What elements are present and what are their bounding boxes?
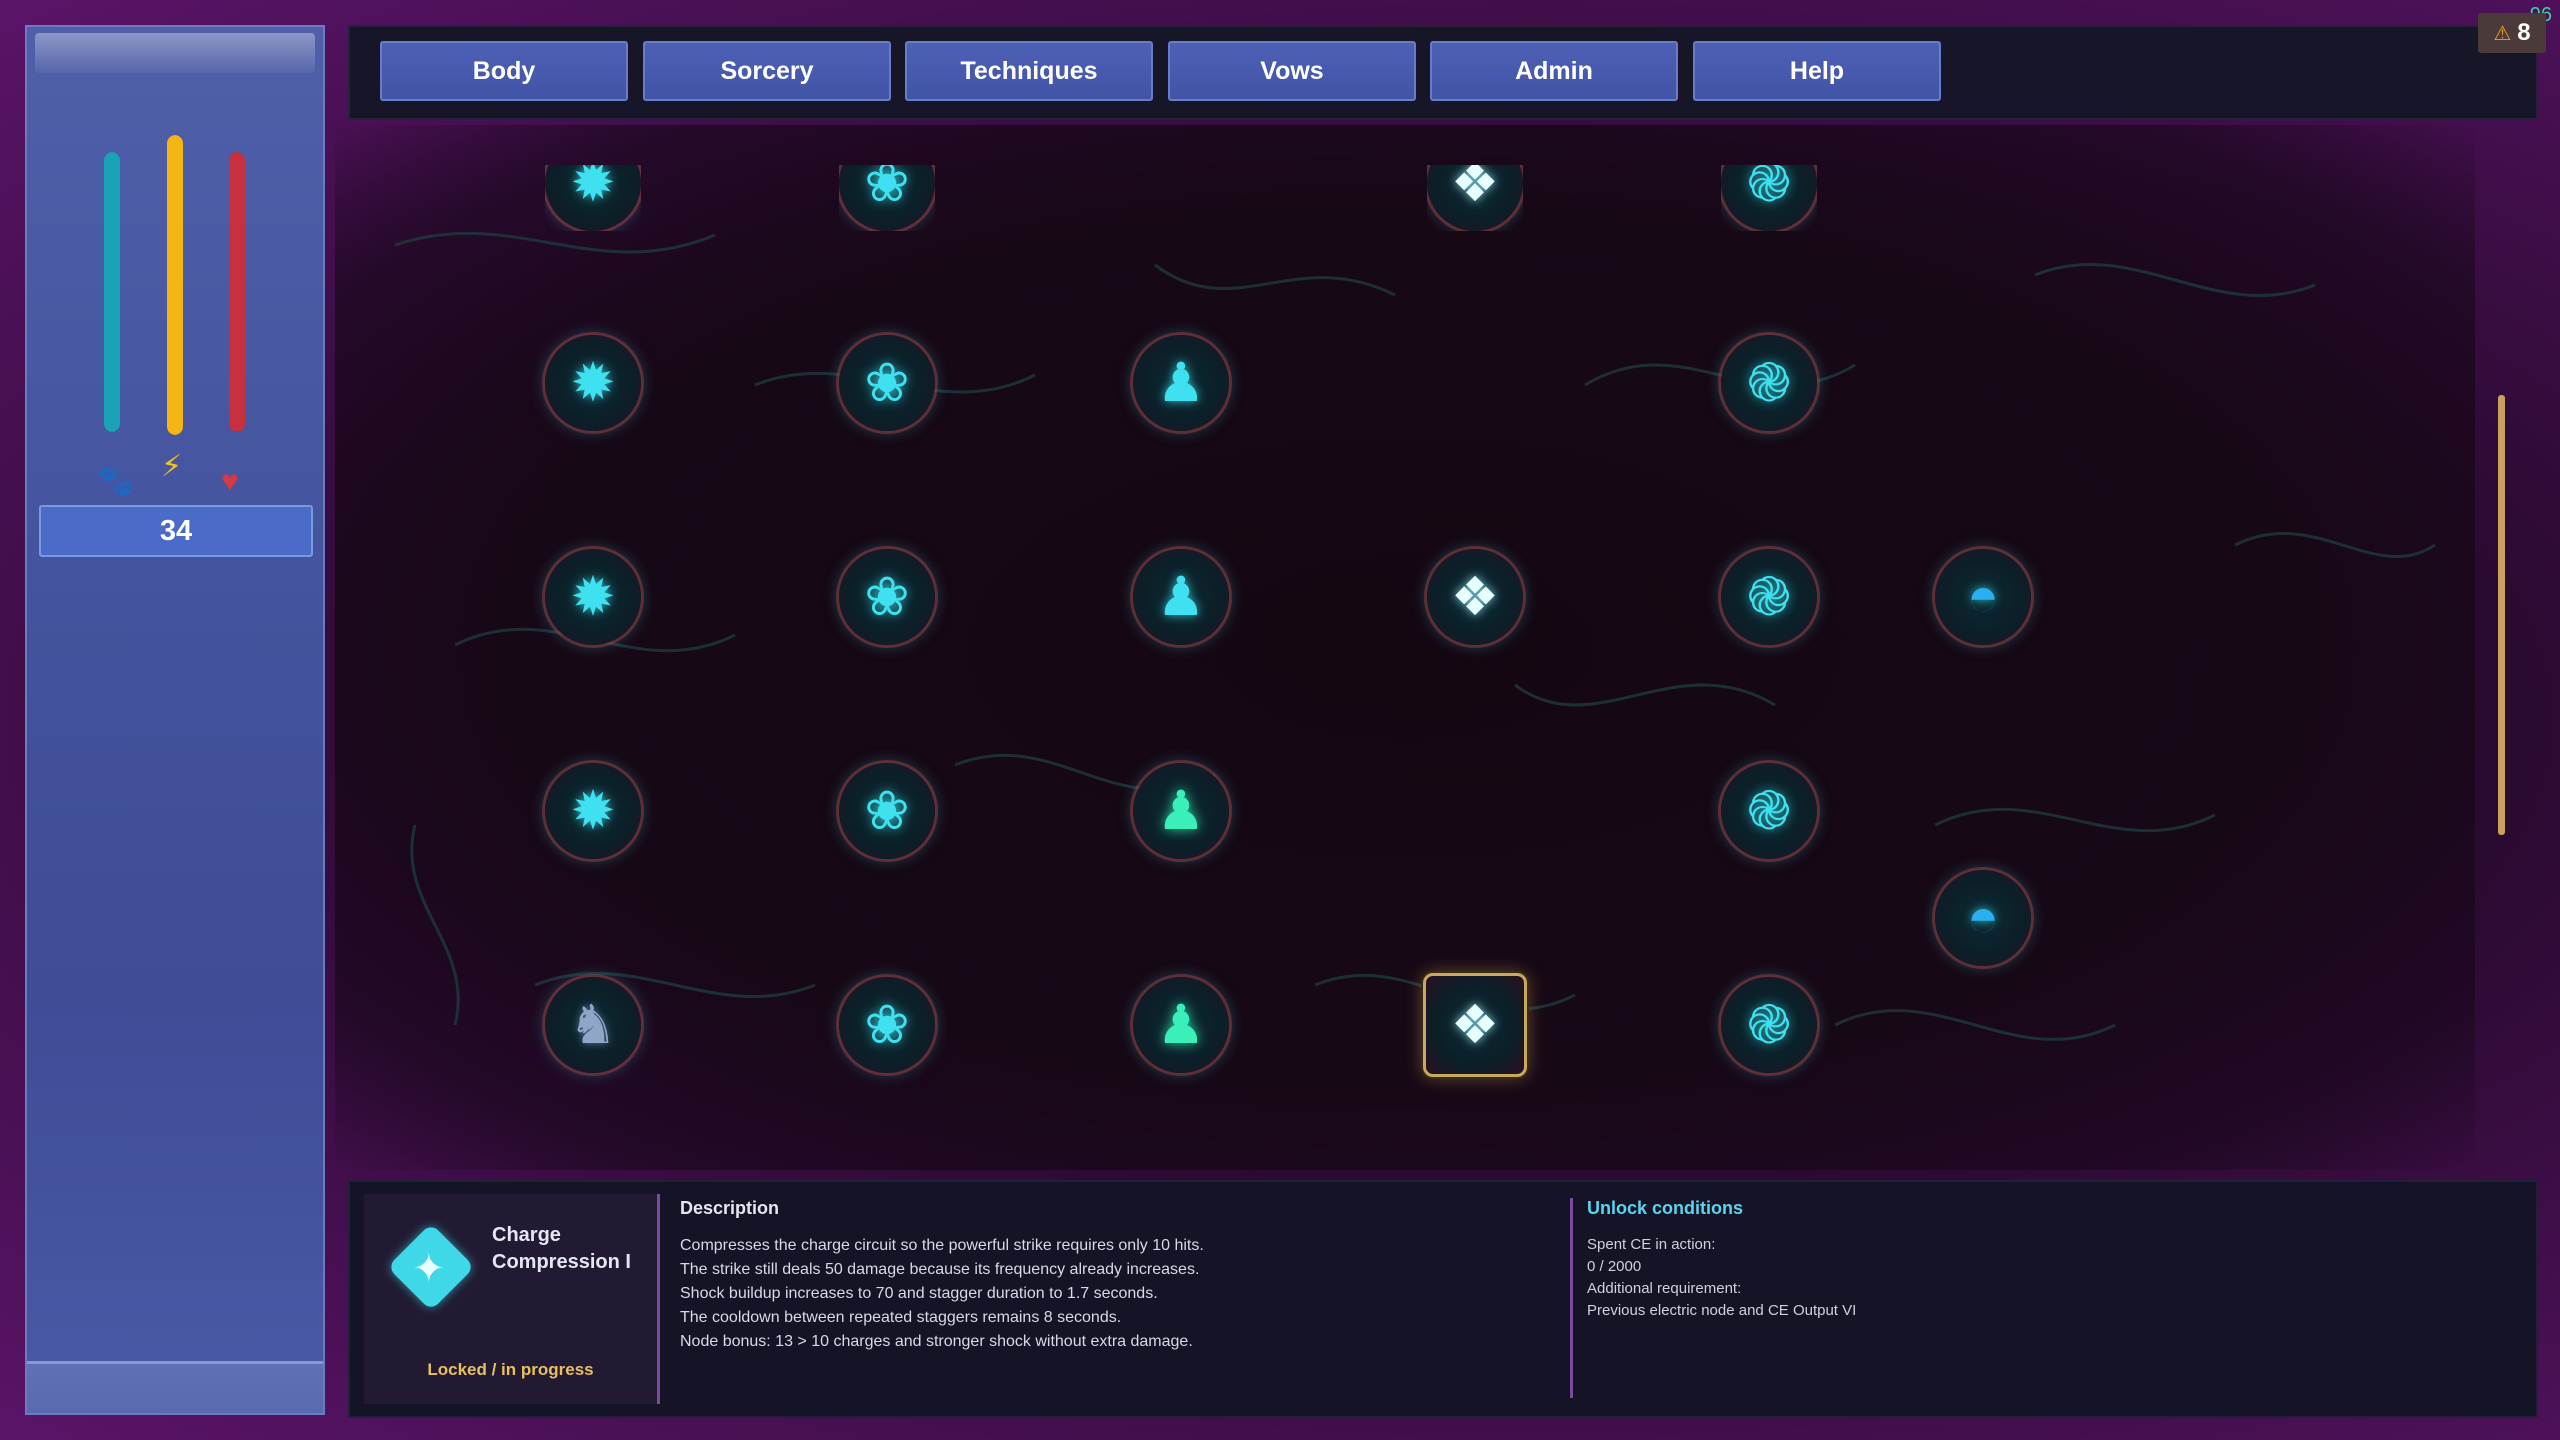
charge-diamond-icon: ❖ [1450, 995, 1500, 1055]
cursed-energy-fill [104, 152, 120, 432]
node-info-panel: ✦ Charge Compression I Locked / in progr… [348, 1180, 2538, 1418]
skill-node[interactable]: ❀ [839, 763, 935, 859]
skill-node[interactable]: ֎ [1721, 549, 1817, 645]
warning-icon: ⚠ [2493, 22, 2512, 45]
panel-header-strip [35, 33, 315, 73]
description-line: Compresses the charge circuit so the pow… [680, 1237, 1204, 1254]
skill-node[interactable]: ❖ [1423, 973, 1527, 1077]
skill-node[interactable]: ♟ [1133, 763, 1229, 859]
fire-blob-icon: ❀ [864, 995, 910, 1055]
skill-node[interactable]: ◓ [1935, 549, 2031, 645]
description-heading: Description [680, 1198, 780, 1218]
tab-vows[interactable]: Vows [1168, 41, 1416, 101]
skill-node[interactable]: ♟ [1133, 335, 1229, 431]
fire-blob-icon: ❀ [864, 781, 910, 841]
unlock-line: Previous electric node and CE Output VI [1587, 1302, 1857, 1319]
tab-admin[interactable]: Admin [1430, 41, 1678, 101]
body-bust-icon: ♟ [1156, 353, 1206, 413]
skill-node[interactable]: ✹ [545, 335, 641, 431]
alert-badge[interactable]: ⚠ 8 [2478, 13, 2546, 53]
tab-help[interactable]: Help [1693, 41, 1941, 101]
paw-icon: 🐾 [97, 465, 135, 498]
unlock-progress: 0 / 2000 [1587, 1258, 1642, 1275]
spiral-icon: ֎ [1746, 567, 1792, 627]
node-status: Locked / in progress [427, 1360, 594, 1379]
heart-icon: ♥ [221, 465, 239, 498]
health-bar [229, 152, 245, 432]
selected-node-card: ✦ Charge Compression I Locked / in progr… [364, 1194, 660, 1404]
skill-node[interactable]: ֎ [1721, 763, 1817, 859]
unlock-line: Spent CE in action: [1587, 1236, 1716, 1253]
level-display: 34 [39, 505, 313, 557]
body-bust-icon: ♟ [1156, 995, 1206, 1055]
skill-node[interactable]: ♟ [1133, 977, 1229, 1073]
main-tab-bar: Body Sorcery Techniques Vows Admin Help [348, 25, 2538, 120]
tab-body[interactable]: Body [380, 41, 628, 101]
tree-scrollbar[interactable] [2498, 395, 2505, 835]
skill-node[interactable]: ✹ [545, 549, 641, 645]
tab-sorcery[interactable]: Sorcery [643, 41, 891, 101]
tab-techniques[interactable]: Techniques [905, 41, 1153, 101]
skill-node[interactable]: ֎ [1721, 335, 1817, 431]
unlock-line: Additional requirement: [1587, 1280, 1742, 1297]
spiral-icon: ֎ [1746, 781, 1792, 841]
charge-emblem-icon: ✦ [412, 1247, 446, 1291]
stamina-fill [167, 135, 183, 435]
body-bust-icon: ♟ [1156, 567, 1206, 627]
cursed-energy-bar [104, 152, 120, 432]
paw-dome-icon: ◓ [1966, 567, 2000, 627]
skill-tree[interactable]: ✹ ❀ ❖ ֎ ✹ ❀ ♟ ֎ ✹ ❀ ♟ ❖ ֎ ◓ ✹ ❀ ♟ ֎ ◓ ♞ ❀ ♟ ❖ ֎ [335, 125, 2475, 1170]
fire-blob-icon: ❀ [864, 567, 910, 627]
skill-node[interactable]: ♞ [545, 977, 641, 1073]
tree-vine-background [394, 231, 2436, 1041]
description-line: Node bonus: 13 > 10 charges and stronger… [680, 1333, 1193, 1350]
skill-node[interactable]: ❀ [839, 549, 935, 645]
skill-node[interactable]: ◓ [1935, 870, 2031, 966]
description-line: The strike still deals 50 damage because… [680, 1261, 1200, 1278]
unlock-conditions: Unlock conditions Spent CE in action: 0 … [1570, 1198, 2470, 1398]
skill-node[interactable]: ✹ [545, 763, 641, 859]
body-bust-icon: ♟ [1156, 781, 1206, 841]
flame-aura-icon: ✹ [570, 567, 616, 627]
alert-count: 8 [2517, 19, 2531, 46]
unlock-heading: Unlock conditions [1587, 1198, 1744, 1218]
spiral-icon: ֎ [1746, 353, 1792, 413]
flame-aura-icon: ✹ [570, 781, 616, 841]
spiral-icon: ֎ [1746, 995, 1792, 1055]
beast-head-icon: ♞ [568, 995, 618, 1055]
skill-node[interactable]: ❖ [1427, 549, 1523, 645]
paw-dome-icon: ◓ [1966, 888, 2000, 948]
charge-diamond-icon: ❖ [1450, 567, 1500, 627]
health-fill [229, 152, 245, 432]
stats-panel: 🐾 ⚡ ♥ 34 [25, 25, 325, 1415]
node-title: Charge Compression I [492, 1224, 631, 1273]
panel-footer-strip [27, 1361, 323, 1413]
description-line: Shock buildup increases to 70 and stagge… [680, 1285, 1158, 1302]
skill-node[interactable]: ֎ [1721, 977, 1817, 1073]
fire-blob-icon: ❀ [864, 353, 910, 413]
flame-aura-icon: ✹ [570, 353, 616, 413]
lightning-icon: ⚡ [161, 450, 183, 483]
skill-node[interactable]: ❀ [839, 977, 935, 1073]
skill-node[interactable]: ♟ [1133, 549, 1229, 645]
skill-node[interactable]: ❀ [839, 335, 935, 431]
node-description: Description Compresses the charge circui… [680, 1198, 1560, 1354]
stamina-bar [167, 135, 183, 435]
description-line: The cooldown between repeated staggers r… [680, 1309, 1122, 1326]
